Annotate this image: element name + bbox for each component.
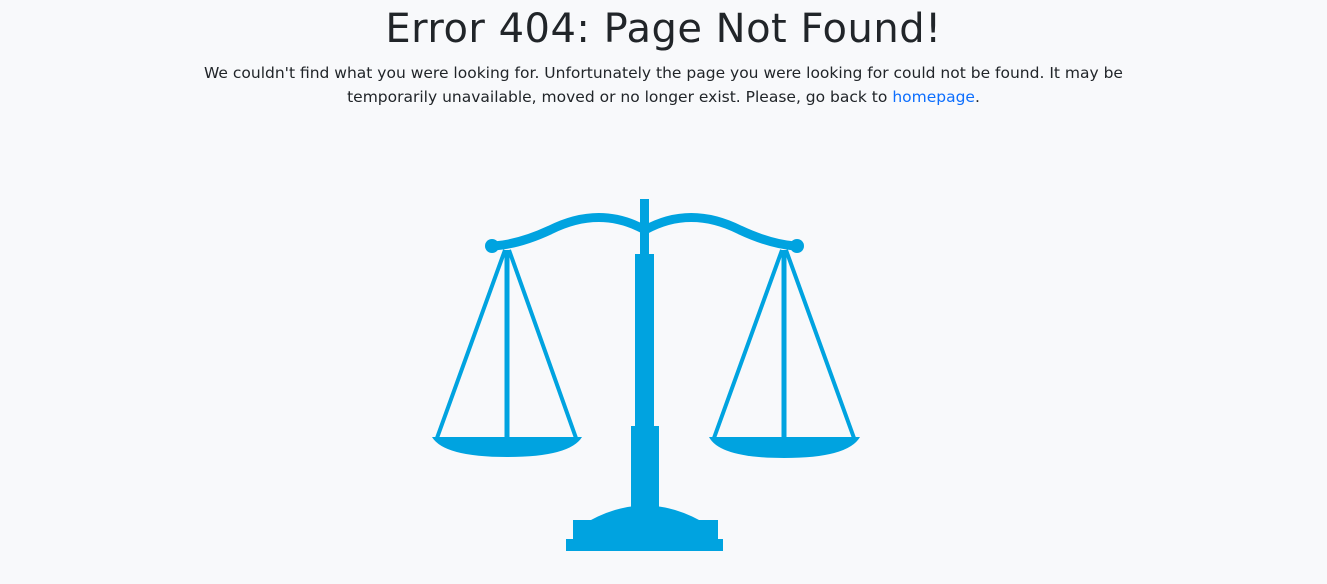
error-message: We couldn't find what you were looking f… xyxy=(200,61,1127,109)
scales-of-justice-icon xyxy=(432,199,860,551)
error-message-text: We couldn't find what you were looking f… xyxy=(204,64,1123,106)
error-page: Error 404: Page Not Found! We couldn't f… xyxy=(0,0,1327,584)
page-title: Error 404: Page Not Found! xyxy=(385,6,942,52)
error-message-end: . xyxy=(974,88,980,106)
homepage-link[interactable]: homepage xyxy=(892,88,975,106)
